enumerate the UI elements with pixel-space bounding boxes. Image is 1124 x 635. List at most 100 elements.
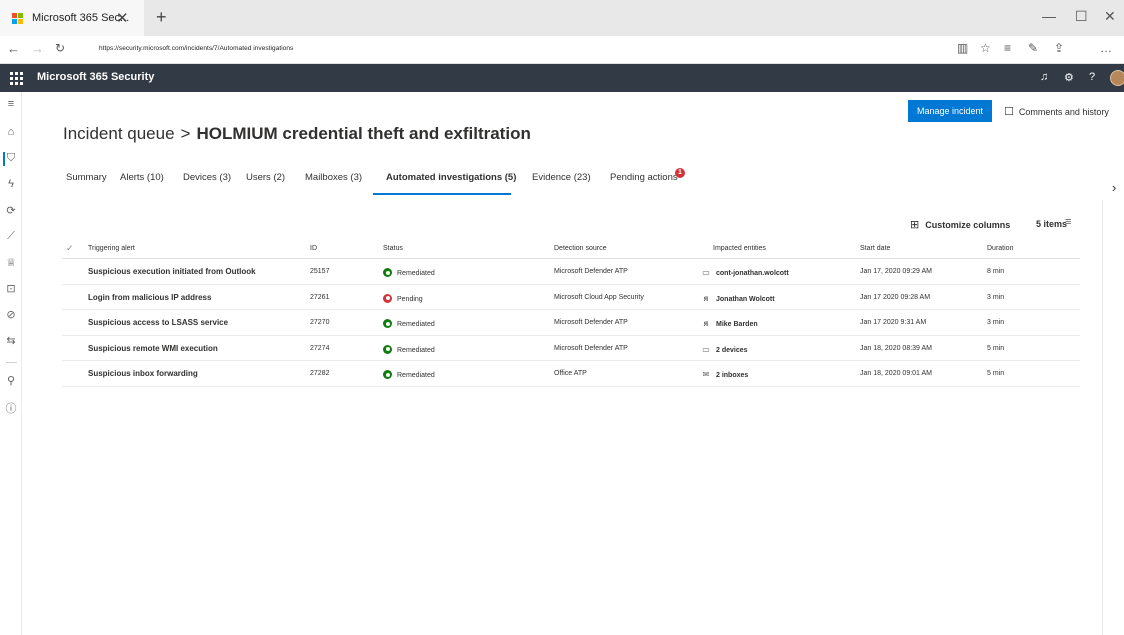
table-body: Suspicious execution initiated from Outl… bbox=[62, 259, 1080, 387]
reading-view-icon[interactable]: ▥ bbox=[957, 41, 968, 55]
secure-score-icon[interactable]: ♕ bbox=[0, 256, 22, 269]
impacted-entities-cell-text: 2 devices bbox=[716, 346, 748, 354]
hamburger-menu-icon[interactable]: ≡ bbox=[0, 98, 22, 110]
shield-icon[interactable]: ⛉ bbox=[0, 152, 22, 165]
new-tab-button[interactable]: + bbox=[156, 7, 167, 28]
minimize-button[interactable]: — bbox=[1042, 8, 1056, 24]
column-header-triggering-alert[interactable]: Triggering alert bbox=[88, 245, 135, 252]
settings-gear-icon[interactable]: ⚙ bbox=[1064, 71, 1074, 84]
impacted-entities-cell: ▭ cont-jonathan.wolcott bbox=[701, 268, 789, 277]
triggering-alert-cell-text: Login from malicious IP address bbox=[88, 292, 212, 302]
manage-incident-button[interactable]: Manage incident bbox=[908, 100, 992, 122]
customize-columns-button[interactable]: ⊞ Customize columns bbox=[910, 218, 1010, 231]
pending-actions-badge: 1 bbox=[675, 168, 685, 178]
investigation-icon[interactable]: ⟳ bbox=[0, 204, 22, 217]
tab-automated-investigations[interactable]: Automated investigations (5) bbox=[386, 172, 516, 183]
id-cell-text: 25157 bbox=[310, 268, 330, 275]
tab-pending-actions[interactable]: Pending actions bbox=[610, 172, 678, 183]
column-header-duration[interactable]: Duration bbox=[987, 245, 1013, 252]
column-header-id[interactable]: ID bbox=[310, 245, 317, 252]
table-row[interactable]: Suspicious access to LSASS service 27270 R… bbox=[62, 310, 1080, 336]
triggering-alert-cell: Suspicious remote WMI execution bbox=[88, 344, 218, 353]
start-date-cell: Jan 17, 2020 09:29 AM bbox=[860, 268, 932, 275]
status-cell-text: Pending bbox=[397, 295, 423, 303]
id-cell: 25157 bbox=[310, 268, 329, 275]
select-all-checkmark-icon[interactable]: ✓ bbox=[66, 243, 74, 254]
tab-devices[interactable]: Devices (3) bbox=[183, 172, 231, 183]
list-density-icon[interactable]: ≡ bbox=[1065, 216, 1071, 228]
impacted-entities-cell: ▭ 2 devices bbox=[701, 345, 748, 354]
triggering-alert-cell-text: Suspicious access to LSASS service bbox=[88, 318, 229, 327]
remediated-status-icon bbox=[383, 370, 392, 379]
comments-history-button[interactable]: ☐ Comments and history bbox=[1004, 105, 1109, 118]
avatar[interactable] bbox=[1110, 70, 1124, 86]
column-header-impacted-entities[interactable]: Impacted entities bbox=[713, 245, 766, 252]
tab-mailboxes[interactable]: Mailboxes (3) bbox=[305, 172, 362, 183]
impacted-entities-cell-text: cont-jonathan.wolcott bbox=[716, 270, 789, 277]
id-cell: 27261 bbox=[310, 294, 329, 301]
tab-summary[interactable]: Summary bbox=[66, 172, 107, 183]
detection-source-cell-text: Microsoft Defender ATP bbox=[554, 268, 628, 275]
comments-history-label: Comments and history bbox=[1018, 106, 1109, 117]
table-row[interactable]: Suspicious execution initiated from Outl… bbox=[62, 259, 1080, 285]
browser-tab-title: Microsoft 365 Sec... bbox=[32, 12, 130, 24]
user-icon: ᴙ bbox=[703, 293, 709, 303]
column-header-status[interactable]: Status bbox=[383, 245, 403, 252]
close-tab-icon[interactable]: ✕ bbox=[116, 9, 129, 27]
maximize-button[interactable]: ☐ bbox=[1075, 8, 1088, 25]
triggering-alert-cell-text: Suspicious remote WMI execution bbox=[88, 343, 218, 353]
help-icon[interactable]: ? bbox=[1089, 71, 1095, 83]
favorite-star-icon[interactable]: ☆ bbox=[980, 41, 991, 55]
policies-icon[interactable]: ⇆ bbox=[0, 334, 22, 347]
classification-icon[interactable]: ⊘ bbox=[0, 308, 22, 321]
hunting-icon[interactable]: ⊡ bbox=[0, 282, 22, 295]
search-icon[interactable]: ⚲ bbox=[0, 374, 22, 387]
tab-alerts[interactable]: Alerts (10) bbox=[120, 172, 164, 183]
impacted-entities-cell-text: Mike Barden bbox=[716, 321, 758, 328]
incident-name: HOLMIUM credential theft and exfiltratio… bbox=[196, 124, 531, 143]
start-date-cell: Jan 18, 2020 08:39 AM bbox=[860, 345, 932, 352]
table-row[interactable]: Suspicious inbox forwarding 27282 Remediat… bbox=[62, 361, 1080, 387]
column-header-start-date[interactable]: Start date bbox=[860, 245, 890, 252]
url-field[interactable]: https://security.microsoft.com/incidents… bbox=[99, 45, 293, 52]
table-row[interactable]: Login from malicious IP address 27261 Pend… bbox=[62, 285, 1080, 310]
table-row[interactable]: Suspicious remote WMI execution 27274 Reme… bbox=[62, 336, 1080, 361]
pending-status-icon bbox=[383, 293, 392, 303]
detection-source-cell-text: Microsoft Cloud App Security bbox=[554, 293, 644, 301]
impacted-entities-cell: ᴙ Mike Barden bbox=[701, 319, 758, 328]
duration-cell-text: 3 min bbox=[987, 319, 1005, 326]
tab-users[interactable]: Users (2) bbox=[246, 172, 285, 183]
duration-cell: 8 min bbox=[987, 268, 1004, 275]
share-icon[interactable]: ⇪ bbox=[1054, 41, 1064, 55]
close-window-button[interactable]: ✕ bbox=[1104, 8, 1116, 25]
start-date-cell-text: Jan 18, 2020 08:39 AM bbox=[860, 344, 932, 352]
info-icon[interactable]: ⓘ bbox=[0, 400, 22, 416]
id-cell: 27274 bbox=[310, 345, 329, 352]
breadcrumb-incident-queue[interactable]: Incident queue bbox=[63, 124, 175, 143]
column-header-detection-source[interactable]: Detection source bbox=[554, 245, 607, 252]
microsoft-logo-icon bbox=[12, 12, 23, 24]
back-button[interactable]: ← bbox=[7, 41, 20, 56]
reports-icon[interactable]: ⟋ bbox=[0, 230, 22, 243]
chevron-right-icon[interactable]: › bbox=[1112, 180, 1116, 195]
id-cell-text: 27282 bbox=[310, 370, 330, 377]
notifications-bell-icon[interactable]: ♫ bbox=[1040, 71, 1048, 83]
tab-evidence[interactable]: Evidence (23) bbox=[532, 172, 591, 183]
lightning-icon[interactable]: ϟ bbox=[0, 178, 22, 190]
more-icon[interactable]: … bbox=[1100, 41, 1112, 55]
forward-button[interactable]: → bbox=[31, 41, 44, 56]
app-title[interactable]: Microsoft 365 Security bbox=[37, 71, 154, 83]
detection-source-cell: Microsoft Defender ATP bbox=[554, 268, 628, 275]
favorites-hub-icon[interactable]: ≡ bbox=[1004, 41, 1011, 55]
triggering-alert-cell-text: Suspicious inbox forwarding bbox=[88, 369, 198, 378]
rail-divider bbox=[6, 362, 17, 363]
address-bar: ← → ↻ https://security.microsoft.com/inc… bbox=[0, 36, 1124, 64]
table-header: ✓ Triggering alert ID Status Detection s… bbox=[62, 241, 1080, 259]
panel-divider bbox=[1102, 200, 1103, 635]
browser-tab[interactable]: Microsoft 365 Sec... ✕ bbox=[0, 0, 144, 36]
web-note-icon[interactable]: ✎ bbox=[1028, 41, 1038, 55]
refresh-button[interactable]: ↻ bbox=[55, 41, 65, 55]
app-launcher-icon[interactable] bbox=[10, 72, 23, 85]
home-icon[interactable]: ⌂ bbox=[0, 126, 22, 138]
impacted-entities-cell-text: 2 inboxes bbox=[716, 372, 749, 379]
